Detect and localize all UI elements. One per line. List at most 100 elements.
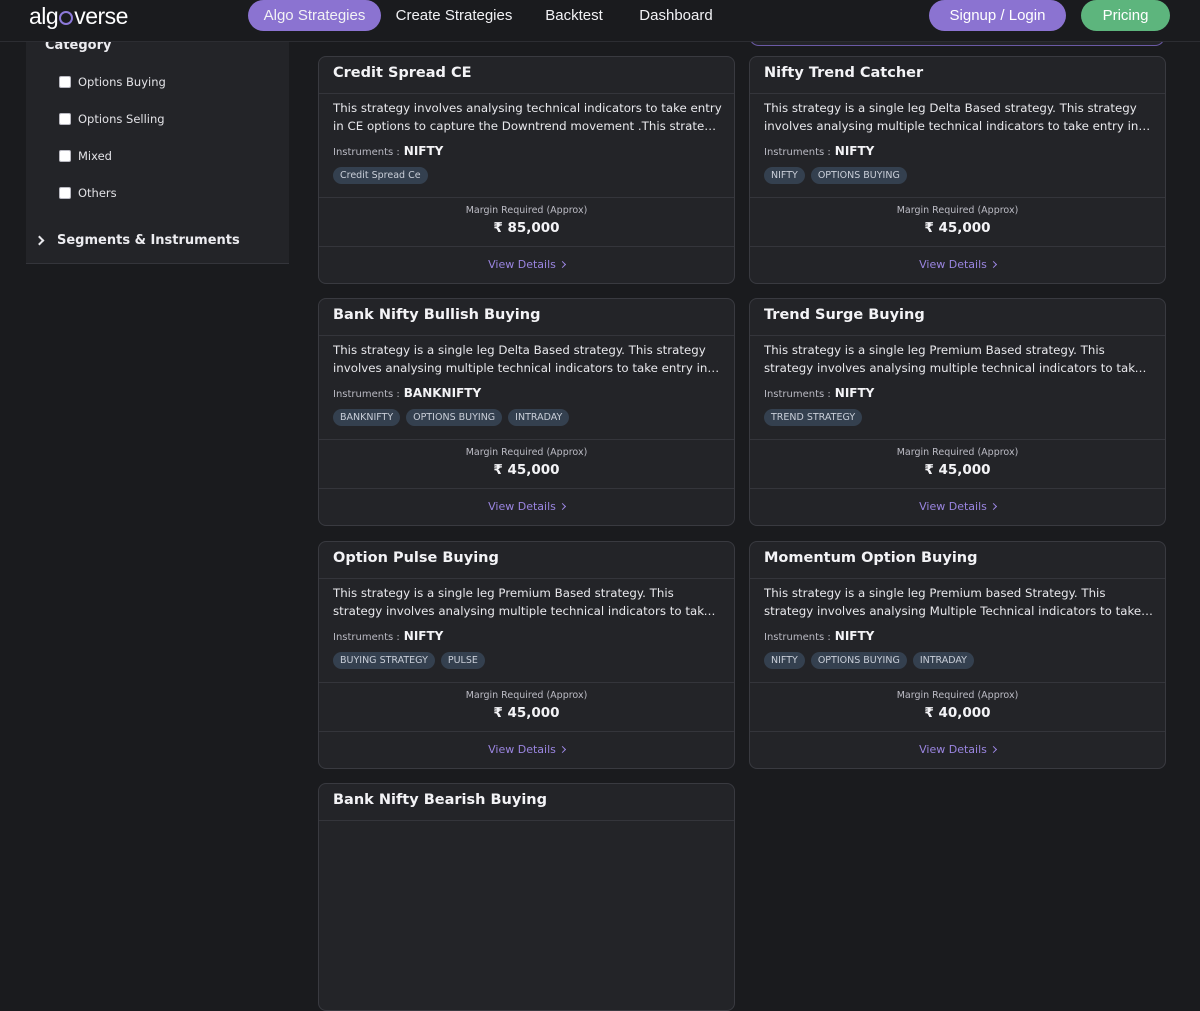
divider bbox=[319, 682, 734, 683]
view-details-link[interactable]: View Details bbox=[319, 500, 734, 513]
instruments-row: Instruments : BANKNIFTY bbox=[333, 386, 481, 400]
checkbox[interactable] bbox=[59, 113, 71, 125]
strategy-description: This strategy is a single leg Premium Ba… bbox=[764, 343, 1142, 375]
divider bbox=[319, 731, 734, 732]
view-details-label: View Details bbox=[488, 258, 556, 271]
strategy-card[interactable]: Bank Nifty Bullish Buying This strategy … bbox=[318, 298, 735, 526]
view-details-link[interactable]: View Details bbox=[319, 258, 734, 271]
view-details-label: View Details bbox=[919, 500, 987, 513]
tab-dashboard[interactable]: Dashboard bbox=[630, 0, 722, 31]
instrument-value: NIFTY bbox=[403, 629, 444, 643]
divider bbox=[750, 578, 1165, 579]
category-others[interactable]: Others bbox=[59, 185, 117, 201]
strategy-title[interactable]: Option Pulse Buying bbox=[333, 550, 499, 566]
logo-text-start: alg bbox=[29, 3, 59, 29]
strategy-title[interactable]: Trend Surge Buying bbox=[764, 307, 925, 323]
strategy-tag: NIFTY bbox=[764, 652, 805, 669]
strategy-card[interactable]: Bank Nifty Bearish Buying bbox=[318, 783, 735, 1011]
category-options-selling[interactable]: Options Selling bbox=[59, 111, 165, 127]
divider bbox=[750, 731, 1165, 732]
strategy-title[interactable]: Bank Nifty Bullish Buying bbox=[333, 307, 540, 323]
instruments-label: Instruments : bbox=[333, 632, 400, 643]
strategy-tag: OPTIONS BUYING bbox=[810, 652, 907, 669]
chevron-right-icon bbox=[558, 260, 566, 269]
divider bbox=[319, 578, 734, 579]
category-options-buying[interactable]: Options Buying bbox=[59, 74, 166, 90]
strategy-card[interactable]: Nifty Trend Catcher This strategy is a s… bbox=[749, 56, 1166, 284]
instruments-label: Instruments : bbox=[333, 147, 400, 158]
divider bbox=[750, 439, 1165, 440]
chevron-right-icon bbox=[989, 745, 997, 754]
instrument-value: NIFTY bbox=[834, 386, 875, 400]
strategy-description: This strategy is a single leg Delta Base… bbox=[333, 343, 708, 375]
algoverse-logo[interactable]: alg verse bbox=[29, 3, 128, 29]
divider bbox=[319, 197, 734, 198]
tab-backtest[interactable]: Backtest bbox=[534, 0, 614, 31]
instruments-label: Instruments : bbox=[764, 389, 831, 400]
margin-label: Margin Required (Approx) bbox=[896, 690, 1019, 701]
view-details-label: View Details bbox=[488, 500, 556, 513]
strategy-tag: TREND STRATEGY bbox=[764, 409, 863, 426]
checkbox[interactable] bbox=[59, 76, 71, 88]
strategy-tag: PULSE bbox=[440, 652, 485, 669]
strategy-card[interactable]: Momentum Option Buying This strategy is … bbox=[749, 541, 1166, 769]
instruments-row: Instruments : NIFTY bbox=[764, 386, 874, 400]
instrument-value: NIFTY bbox=[834, 144, 875, 158]
margin-label: Margin Required (Approx) bbox=[465, 205, 588, 216]
strategy-card[interactable]: Credit Spread CE This strategy involves … bbox=[318, 56, 735, 284]
logo-text-end: verse bbox=[74, 3, 128, 29]
view-details-link[interactable]: View Details bbox=[750, 500, 1165, 513]
tab-create-strategies[interactable]: Create Strategies bbox=[390, 0, 518, 31]
checkbox[interactable] bbox=[59, 187, 71, 199]
tag-list: NIFTY OPTIONS BUYING bbox=[764, 167, 907, 184]
instrument-value: BANKNIFTY bbox=[403, 386, 482, 400]
view-details-link[interactable]: View Details bbox=[750, 743, 1165, 756]
strategy-card[interactable]: Trend Surge Buying This strategy is a si… bbox=[749, 298, 1166, 526]
margin-label: Margin Required (Approx) bbox=[465, 447, 588, 458]
divider bbox=[319, 439, 734, 440]
divider bbox=[319, 820, 734, 821]
strategy-description: This strategy is a single leg Premium Ba… bbox=[333, 586, 711, 618]
strategy-title[interactable]: Credit Spread CE bbox=[333, 65, 472, 81]
view-details-link[interactable]: View Details bbox=[319, 743, 734, 756]
view-details-label: View Details bbox=[919, 258, 987, 271]
tag-list: Credit Spread Ce bbox=[333, 167, 428, 184]
strategy-title[interactable]: Momentum Option Buying bbox=[764, 550, 978, 566]
strategy-tag: INTRADAY bbox=[508, 409, 570, 426]
margin-value: ₹ 45,000 bbox=[493, 705, 560, 721]
margin-label: Margin Required (Approx) bbox=[465, 690, 588, 701]
checkbox[interactable] bbox=[59, 150, 71, 162]
tab-algo-strategies[interactable]: Algo Strategies bbox=[248, 0, 381, 31]
strategy-card[interactable]: Option Pulse Buying This strategy is a s… bbox=[318, 541, 735, 769]
divider bbox=[319, 246, 734, 247]
chevron-right-icon bbox=[989, 502, 997, 511]
view-details-label: View Details bbox=[488, 743, 556, 756]
strategy-tag: OPTIONS BUYING bbox=[810, 167, 907, 184]
divider bbox=[319, 93, 734, 94]
view-details-link[interactable]: View Details bbox=[750, 258, 1165, 271]
logo-orbit-icon bbox=[59, 11, 74, 25]
view-details-label: View Details bbox=[919, 743, 987, 756]
strategy-title[interactable]: Bank Nifty Bearish Buying bbox=[333, 792, 547, 808]
tag-list: BANKNIFTY OPTIONS BUYING INTRADAY bbox=[333, 409, 570, 426]
strategy-description: This strategy is a single leg Premium ba… bbox=[764, 586, 1142, 618]
margin-value: ₹ 40,000 bbox=[924, 705, 991, 721]
segments-label: Segments & Instruments bbox=[57, 233, 240, 248]
signup-login-button[interactable]: Signup / Login bbox=[929, 0, 1066, 31]
pricing-button[interactable]: Pricing bbox=[1081, 0, 1170, 31]
divider bbox=[750, 682, 1165, 683]
category-mixed[interactable]: Mixed bbox=[59, 148, 112, 164]
instruments-row: Instruments : NIFTY bbox=[333, 629, 443, 643]
category-label: Mixed bbox=[78, 149, 112, 163]
segments-instruments-toggle[interactable]: Segments & Instruments bbox=[34, 233, 240, 248]
instruments-label: Instruments : bbox=[764, 632, 831, 643]
divider bbox=[750, 93, 1165, 94]
divider bbox=[319, 488, 734, 489]
tag-list: BUYING STRATEGY PULSE bbox=[333, 652, 485, 669]
strategy-description: This strategy involves analysing technic… bbox=[333, 101, 722, 133]
strategy-title[interactable]: Nifty Trend Catcher bbox=[764, 65, 923, 81]
strategy-tag: BANKNIFTY bbox=[333, 409, 401, 426]
margin-value: ₹ 45,000 bbox=[924, 462, 991, 478]
instrument-value: NIFTY bbox=[834, 629, 875, 643]
divider bbox=[750, 335, 1165, 336]
